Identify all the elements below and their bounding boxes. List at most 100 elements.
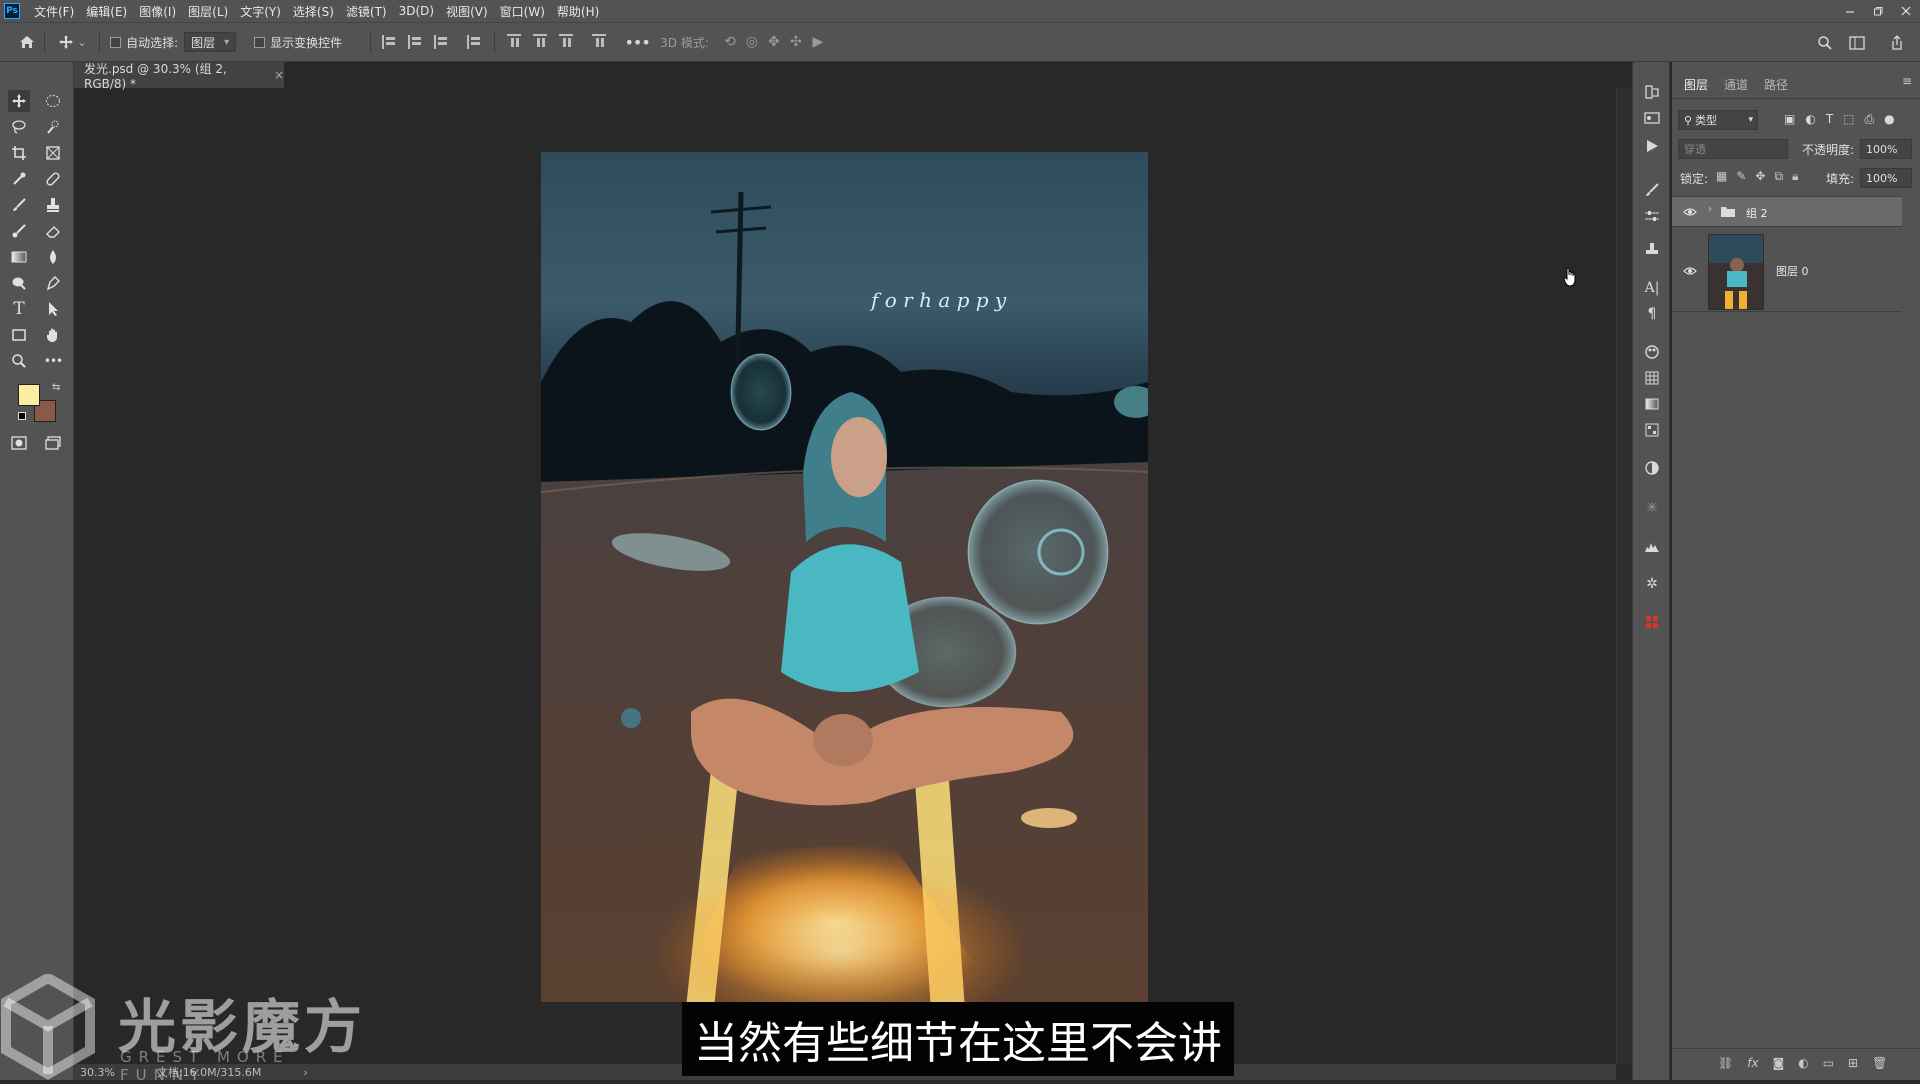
properties-panel-icon[interactable]: [1642, 108, 1662, 128]
tab-layers[interactable]: 图层: [1684, 76, 1708, 93]
chevron-right-icon[interactable]: ›: [1708, 204, 1712, 215]
menu-select[interactable]: 选择(S): [287, 3, 340, 20]
layer-row-layer-0[interactable]: 图层 0: [1672, 228, 1902, 312]
lock-artboard-icon[interactable]: ⧉: [1774, 169, 1783, 184]
more-options-icon[interactable]: •••: [624, 31, 650, 53]
eraser-icon[interactable]: [42, 220, 64, 242]
navigator-icon[interactable]: ✲: [1642, 574, 1662, 594]
lock-all-icon[interactable]: 🔒︎: [1792, 169, 1798, 184]
foreground-color-swatch[interactable]: [18, 384, 40, 406]
lock-transparent-icon[interactable]: ▦: [1716, 169, 1727, 184]
type-icon[interactable]: T: [8, 298, 30, 320]
menu-type[interactable]: 文字(Y): [234, 3, 287, 20]
document-canvas[interactable]: f o r h a p p y: [541, 152, 1148, 1002]
menu-filter[interactable]: 滤镜(T): [340, 3, 393, 20]
3d-orbit-icon[interactable]: ⟲: [719, 31, 741, 53]
eyedropper-icon[interactable]: [8, 168, 30, 190]
more-tools-icon[interactable]: •••: [42, 350, 64, 372]
menu-view[interactable]: 视图(V): [440, 3, 494, 20]
zoom-icon[interactable]: [8, 350, 30, 372]
menu-image[interactable]: 图像(I): [133, 3, 182, 20]
menu-window[interactable]: 窗口(W): [494, 3, 551, 20]
link-layers-icon[interactable]: ⛓︎: [1718, 1056, 1733, 1070]
quick-selection-icon[interactable]: [42, 116, 64, 138]
share-icon[interactable]: [1886, 32, 1908, 54]
shape-filter-icon[interactable]: ⬚: [1843, 112, 1854, 127]
eye-icon[interactable]: [1683, 207, 1697, 217]
clone-source-icon[interactable]: [1642, 240, 1662, 260]
default-colors-icon[interactable]: [18, 412, 26, 420]
filter-toggle-icon[interactable]: ●: [1884, 112, 1894, 127]
history-panel-icon[interactable]: [1642, 82, 1662, 102]
close-icon[interactable]: ×: [274, 68, 284, 82]
character-panel-icon[interactable]: A|: [1642, 278, 1662, 298]
adjustments-panel-icon[interactable]: [1642, 458, 1662, 478]
pixel-filter-icon[interactable]: ▣: [1784, 112, 1795, 127]
move-tool-icon[interactable]: [55, 31, 77, 53]
screen-mode-icon[interactable]: [42, 432, 64, 454]
minimize-icon[interactable]: [1836, 0, 1864, 22]
plugin-red-icon[interactable]: [1642, 612, 1662, 632]
color-panel-icon[interactable]: [1642, 342, 1662, 362]
add-mask-icon[interactable]: ◙: [1773, 1056, 1785, 1070]
quick-mask-icon[interactable]: [8, 432, 30, 454]
fx-icon[interactable]: fx: [1747, 1056, 1758, 1070]
rectangle-icon[interactable]: [8, 324, 30, 346]
menu-3d[interactable]: 3D(D): [393, 4, 440, 18]
3d-slide-icon[interactable]: ✣: [785, 31, 807, 53]
layer-row-group-2[interactable]: › 组 2: [1672, 197, 1902, 227]
gradient-icon[interactable]: [8, 246, 30, 268]
lock-pixels-icon[interactable]: ✎: [1736, 169, 1746, 184]
opacity-input[interactable]: 100%: [1860, 139, 1912, 159]
sparkle-icon[interactable]: ✳: [1642, 498, 1662, 518]
brush-settings-icon[interactable]: [1642, 180, 1662, 200]
menu-help[interactable]: 帮助(H): [551, 3, 605, 20]
menu-layer[interactable]: 图层(L): [182, 3, 234, 20]
align-center-icon[interactable]: [408, 35, 424, 49]
workspace-icon[interactable]: [1846, 32, 1868, 54]
new-adjustment-icon[interactable]: ◐: [1798, 1056, 1808, 1070]
hand-icon[interactable]: [42, 324, 64, 346]
menu-edit[interactable]: 编辑(E): [80, 3, 133, 20]
distribute-vertical-icon[interactable]: [467, 35, 483, 49]
new-group-icon[interactable]: ▭: [1823, 1056, 1834, 1070]
tab-paths[interactable]: 路径: [1764, 76, 1788, 93]
restore-icon[interactable]: [1864, 0, 1892, 22]
elliptical-marquee-icon[interactable]: [42, 90, 64, 112]
patterns-panel-icon[interactable]: [1642, 420, 1662, 440]
frame-icon[interactable]: [42, 142, 64, 164]
blur-icon[interactable]: [42, 246, 64, 268]
pen-icon[interactable]: [42, 272, 64, 294]
smart-object-filter-icon[interactable]: ⎙: [1865, 112, 1875, 127]
layer-filter-dropdown[interactable]: ⚲ 类型 ▾: [1678, 110, 1758, 130]
delete-layer-icon[interactable]: 🗑︎: [1872, 1056, 1887, 1070]
adjust-sliders-icon[interactable]: [1642, 206, 1662, 226]
eye-icon[interactable]: [1683, 266, 1697, 276]
blend-mode-dropdown[interactable]: 穿透: [1678, 139, 1788, 159]
home-icon[interactable]: [16, 31, 38, 53]
distribute-horizontal-icon[interactable]: [592, 34, 607, 50]
auto-select-dropdown[interactable]: 图层 ▾: [184, 32, 237, 52]
history-brush-icon[interactable]: [8, 220, 30, 242]
brush-icon[interactable]: [8, 194, 30, 216]
align-middle-icon[interactable]: [533, 34, 548, 50]
fill-input[interactable]: 100%: [1860, 168, 1912, 188]
menu-file[interactable]: 文件(F): [28, 3, 80, 20]
panel-menu-icon[interactable]: ≡: [1902, 74, 1912, 88]
adjustment-filter-icon[interactable]: ◐: [1805, 112, 1815, 127]
type-filter-icon[interactable]: T: [1826, 112, 1833, 127]
move-tool-icon[interactable]: [8, 90, 30, 112]
3d-scale-icon[interactable]: ▶: [807, 31, 829, 53]
3d-pan-icon[interactable]: ✥: [763, 31, 785, 53]
document-tab[interactable]: 发光.psd @ 30.3% (组 2, RGB/8) * ×: [74, 62, 284, 91]
align-right-icon[interactable]: [434, 35, 450, 49]
3d-roll-icon[interactable]: ◎: [741, 31, 763, 53]
new-layer-icon[interactable]: ⊞: [1848, 1056, 1858, 1070]
close-icon[interactable]: [1892, 0, 1920, 22]
path-selection-icon[interactable]: [42, 298, 64, 320]
vertical-scrollbar[interactable]: [1616, 88, 1632, 1064]
align-bottom-icon[interactable]: [559, 34, 574, 50]
crop-icon[interactable]: [8, 142, 30, 164]
histogram-icon[interactable]: [1642, 536, 1662, 556]
auto-select-checkbox[interactable]: [110, 36, 122, 48]
